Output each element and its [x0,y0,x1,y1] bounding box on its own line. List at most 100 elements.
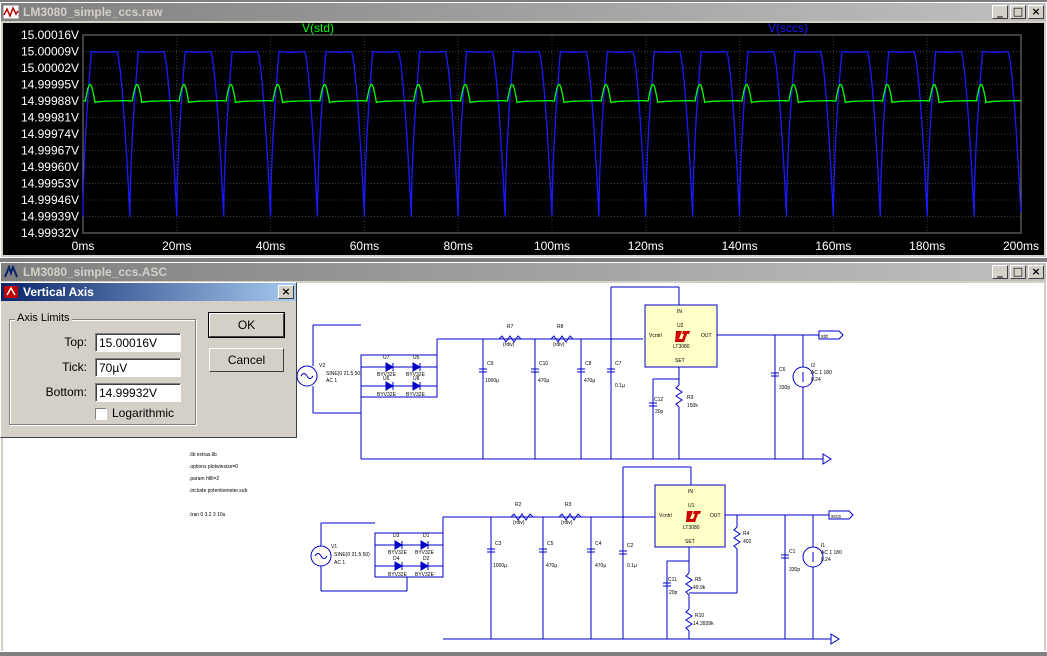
resistor-name: R3 [565,502,572,508]
source-value: SINE(0 21.5 50) [334,552,370,558]
load-value: AC 1 180 [811,370,832,376]
y-tick-label: 14.99932V [21,226,79,240]
spice-directive: .tran 0 3.2 3 10u [189,512,226,518]
load-value: AC 1 180 [821,550,842,556]
cap-value: 330p [779,385,790,391]
diode-type: BYV32E [406,392,426,398]
x-tick-label: 100ms [534,239,570,253]
dialog-title: Vertical Axis [23,285,94,299]
top-input[interactable] [95,333,181,352]
app-icon [4,286,18,298]
diode-type: BYV32E [388,572,408,578]
waveform-chart[interactable]: 15.00016V 15.00009V 15.00002V 14.99995V 14.9… [3,21,1044,255]
cap-value: 470µ [538,378,549,384]
cap-name: C9 [487,361,494,367]
x-tick-label: 180ms [909,239,945,253]
cancel-button[interactable]: Cancel [209,348,284,372]
cap-value: 1000µ [485,378,499,384]
ic-pin: IN [677,309,682,315]
plot-window-titlebar[interactable]: LM3080_simple_ccs.raw _ □ × [1,3,1046,21]
spice-directive: .options plotwinsize=0 [189,464,238,470]
maximize-button[interactable]: □ [1010,265,1026,279]
cap-value: 20p [669,590,678,596]
x-tick-label: 60ms [350,239,379,253]
resistor-value: 49.9k [693,585,706,591]
cap-value: 0.1µ [627,563,637,569]
y-tick-label: 14.99946V [21,193,79,207]
source-ac: AC 1 [326,378,337,384]
cap-value: 470µ [595,563,606,569]
diode-name: U7 [383,355,390,361]
diode-name: D3 [393,533,400,539]
resistor-value: {rdiv} [561,520,573,526]
close-button[interactable]: × [1028,5,1044,19]
logarithmic-label: Logarithmic [112,406,175,420]
source-name: V1 [331,544,337,550]
load-name: I1 [821,543,825,549]
cap-value: 1000µ [493,563,507,569]
resistor-name: R7 [507,324,514,330]
resistor-name: R4 [743,531,750,537]
y-tick-label: 14.99974V [21,127,79,141]
cap-value: 470µ [584,378,595,384]
schematic-window-titlebar[interactable]: LM3080_simple_ccs.ASC _ □ × [1,263,1046,281]
load-value: 0.24 [811,377,821,383]
resistor-name: R5 [695,577,702,583]
minimize-button[interactable]: _ [992,5,1008,19]
logarithmic-checkbox[interactable] [95,408,107,420]
plot-window[interactable]: LM3080_simple_ccs.raw _ □ × 15.00016V 15.… [0,2,1047,258]
cap-name: C1 [789,549,796,555]
dialog-titlebar[interactable]: Vertical Axis × [1,283,296,301]
load-value: 0.24 [821,557,831,563]
resistor-value: 14.3939k [693,621,714,627]
minimize-button[interactable]: _ [992,265,1008,279]
dialog-close-button[interactable]: × [278,285,294,299]
cap-name: C3 [495,541,502,547]
diode-name: D2 [423,556,430,562]
x-tick-label: 0ms [72,239,95,253]
spice-directive: .param hfill=2 [189,476,219,482]
y-tick-label: 14.99981V [21,111,79,125]
ok-button[interactable]: OK [208,312,285,338]
plot-window-title: LM3080_simple_ccs.raw [23,5,163,19]
bottom-input[interactable] [95,383,181,402]
tick-input[interactable] [95,358,181,377]
cap-name: C5 [547,541,554,547]
close-button[interactable]: × [1028,265,1044,279]
maximize-button[interactable]: □ [1010,5,1026,19]
cap-name: C12 [654,397,663,403]
cap-name: C2 [627,543,634,549]
cap-value: 0.1µ [615,383,625,389]
cap-name: C11 [668,577,677,583]
spice-directive: .lib extras.lib [189,452,217,458]
diode-name: D1 [423,533,430,539]
ic-name: U2 [677,323,684,329]
waveform-icon [3,5,19,19]
vertical-axis-dialog[interactable]: Vertical Axis × Axis Limits Top: Tick: B… [0,282,297,438]
net-label: std [821,334,828,340]
ic-part: LT3080 [673,344,690,350]
resistor-name: R9 [687,395,694,401]
x-tick-label: 80ms [444,239,473,253]
y-tick-label: 14.99939V [21,210,79,224]
source-ac: AC 1 [334,560,345,566]
load-name: I2 [811,363,815,369]
x-tick-label: 20ms [162,239,191,253]
y-tick-label: 14.99960V [21,160,79,174]
waveform-plot[interactable]: 15.00016V 15.00009V 15.00002V 14.99995V 14.9… [3,21,1044,255]
y-tick-label: 15.00009V [21,45,79,59]
cap-name: C10 [539,361,548,367]
resistor-value: {rdiv} [503,342,515,348]
bottom-label: Bottom: [45,385,87,399]
diode-type: BYV32E [415,572,435,578]
ic-part: LT3080 [683,525,700,531]
cap-value: 470µ [546,563,557,569]
source-value: SINE(0 21.5 50) [326,371,362,377]
x-tick-label: 40ms [256,239,285,253]
diode-name: U8 [413,376,420,382]
resistor-name: R2 [515,502,522,508]
resistor-value: {rdiv} [553,342,565,348]
x-tick-label: 140ms [722,239,758,253]
ic-pin: SET [685,539,695,545]
y-tick-label: 14.99988V [21,94,79,108]
